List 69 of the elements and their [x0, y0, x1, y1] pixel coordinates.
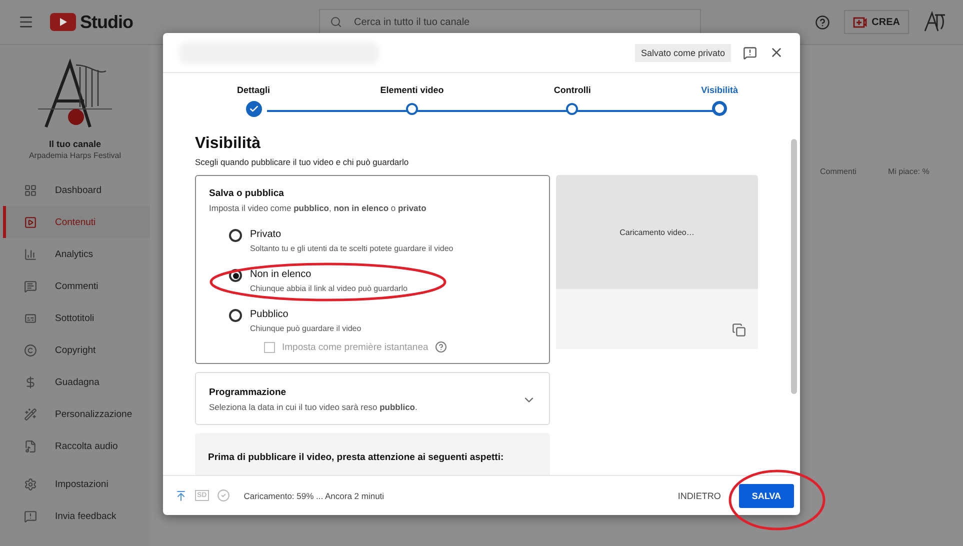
checkbox-label: Imposta come première istantanea	[282, 342, 428, 352]
sidebar-item[interactable]: Impostazioni	[3, 468, 150, 500]
sidebar-item[interactable]: Dashboard	[3, 174, 150, 206]
upload-status: Caricamento: 59% ... Ancora 2 minuti	[244, 490, 384, 500]
card-description: Imposta il video come pubblico, non in elenco o privato	[209, 203, 428, 213]
schedule-card[interactable]: Programmazione Seleziona la data in cui il tuo video sarà reso pubblico.	[195, 372, 550, 425]
saved-status: Salvato come privato	[634, 44, 731, 62]
grid-icon	[24, 184, 37, 196]
section-subtitle: Scegli quando pubblicare il tuo video e chi può guardarlo	[195, 157, 410, 167]
radio-button[interactable]	[229, 229, 242, 242]
menu-icon[interactable]	[18, 14, 34, 30]
section-title: Visibilità	[195, 135, 262, 153]
option-description: Soltanto tu e gli utenti da te scelti potete guardare il video	[250, 244, 454, 253]
feedback-icon	[24, 510, 37, 522]
sidebar-item[interactable]: Invia feedback	[3, 500, 150, 532]
option-description: Chiunque può guardare il video	[250, 324, 362, 333]
back-button[interactable]: INDIETRO	[668, 490, 731, 500]
search-icon	[330, 16, 342, 28]
column-header: Mi piace: %	[888, 167, 930, 176]
channel-name: Arpademia Harps Festival	[28, 151, 122, 160]
scrollbar-thumb[interactable]	[791, 139, 797, 394]
step-label[interactable]: Elementi video	[380, 85, 444, 95]
option-label: Pubblico	[250, 309, 290, 320]
dollar-icon	[24, 376, 37, 388]
search-field[interactable]: Cerca in tutto il tuo canale	[319, 9, 701, 35]
sidebar-item[interactable]: Personalizzazione	[3, 398, 150, 430]
close-icon[interactable]	[769, 45, 784, 60]
check-circle-icon	[216, 489, 230, 502]
help-icon[interactable]	[435, 341, 448, 353]
option-label: Non in elenco	[250, 269, 312, 280]
notice-title: Prima di pubblicare il video, presta attenzione ai seguenti aspetti:	[208, 452, 504, 463]
card-description: Seleziona la data in cui il tuo video sarà reso pubblico.	[209, 402, 418, 412]
save-button[interactable]: SALVA	[738, 484, 794, 508]
step-label[interactable]: Visibilità	[701, 85, 738, 95]
sidebar-item[interactable]: Sottotitoli	[3, 302, 150, 334]
sidebar-item[interactable]: Commenti	[3, 270, 150, 302]
step-label[interactable]: Controlli	[554, 85, 591, 95]
radio-button[interactable]	[229, 269, 242, 282]
column-header: Commenti	[820, 167, 856, 176]
option-description: Chiunque abbia il link al video può guardarlo	[250, 284, 408, 293]
card-title: Programmazione	[209, 387, 288, 398]
play-square-icon	[24, 216, 37, 228]
play-logo-icon	[50, 13, 76, 31]
card-title: Salva o pubblica	[209, 188, 285, 199]
magic-wand-icon	[24, 408, 37, 420]
preview-status: Caricamento video…	[620, 228, 694, 236]
sidebar-item[interactable]: Contenuti	[3, 206, 150, 238]
option-label: Privato	[250, 229, 282, 240]
settings-icon	[24, 478, 37, 490]
copyright-icon	[24, 344, 37, 356]
bar-chart-icon	[24, 248, 37, 260]
upload-icon	[175, 490, 187, 502]
avatar-drawing[interactable]	[923, 11, 947, 33]
sidebar-item[interactable]: Analytics	[3, 238, 150, 270]
feedback-icon[interactable]	[743, 46, 757, 60]
create-button[interactable]: CREA	[844, 10, 909, 34]
app-name: Studio	[80, 12, 133, 32]
help-icon[interactable]	[814, 14, 830, 30]
comment-icon	[24, 280, 37, 292]
add-video-icon	[852, 16, 867, 28]
radio-button[interactable]	[229, 309, 242, 322]
channel-title: Il tuo canale	[48, 139, 101, 149]
music-file-icon	[24, 440, 37, 452]
sidebar-item[interactable]: Raccolta audio	[3, 430, 150, 462]
copy-icon[interactable]	[732, 323, 746, 337]
step-label[interactable]: Dettagli	[237, 85, 270, 95]
captions-icon	[24, 312, 37, 324]
sidebar-item[interactable]: Guadagna	[3, 366, 150, 398]
sidebar-item[interactable]: Copyright	[3, 334, 150, 366]
